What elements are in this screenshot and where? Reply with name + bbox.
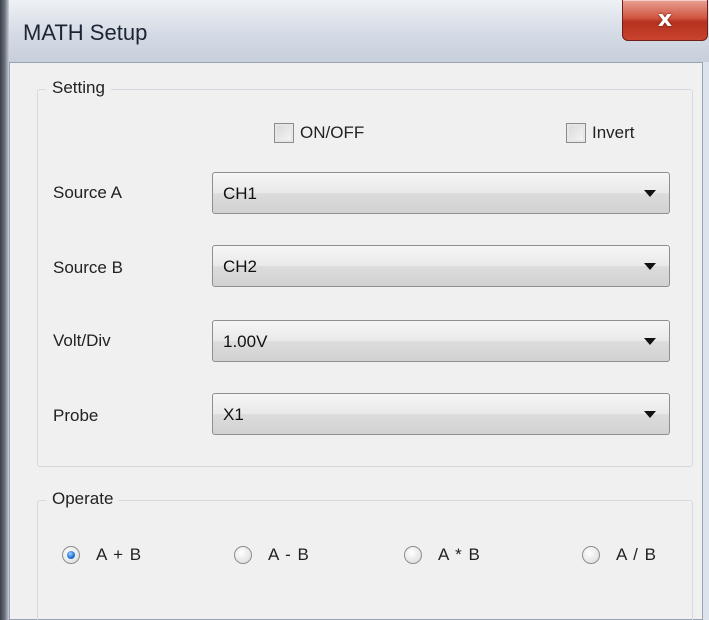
window-shadow [0,0,9,620]
onoff-label: ON/OFF [300,123,365,142]
volt-div-select[interactable]: 1.00V [212,320,670,362]
radio-a-times-b-circle[interactable] [404,546,422,564]
math-setup-dialog: MATH Setup x Setting ON/OFF Invert Sourc… [0,0,709,620]
source-a-value: CH1 [223,184,258,203]
radio-a-div-b-label: A / B [616,545,657,564]
chevron-down-icon [644,190,656,197]
dialog-client-area: Setting ON/OFF Invert Source A CH1 Sourc… [9,62,703,620]
chevron-down-icon [644,411,656,418]
invert-label: Invert [592,123,635,142]
source-a-label: Source A [53,183,122,202]
onoff-checkbox-box[interactable] [274,123,294,143]
radio-a-plus-b-label: A + B [96,545,143,564]
probe-select[interactable]: X1 [212,393,670,435]
operate-legend: Operate [46,489,120,509]
invert-checkbox-box[interactable] [566,123,586,143]
onoff-checkbox[interactable]: ON/OFF [274,123,364,143]
radio-a-div-b-circle[interactable] [582,546,600,564]
radio-a-minus-b-label: A - B [268,545,310,564]
radio-a-times-b-label: A * B [438,545,481,564]
source-a-select[interactable]: CH1 [212,172,670,214]
radio-a-minus-b-circle[interactable] [234,546,252,564]
source-b-label: Source B [53,258,123,277]
source-b-value: CH2 [223,257,258,276]
radio-a-div-b[interactable]: A / B [582,545,657,565]
volt-div-label: Volt/Div [53,331,111,350]
radio-a-plus-b[interactable]: A + B [62,545,142,565]
radio-a-plus-b-circle[interactable] [62,546,80,564]
close-icon: x [657,7,673,32]
radio-a-times-b[interactable]: A * B [404,545,481,565]
close-button[interactable]: x [622,0,708,41]
title-bar[interactable]: MATH Setup x [9,0,709,62]
setting-legend: Setting [46,78,111,98]
invert-checkbox[interactable]: Invert [566,123,635,143]
radio-a-minus-b[interactable]: A - B [234,545,310,565]
chevron-down-icon [644,263,656,270]
chevron-down-icon [644,338,656,345]
source-b-select[interactable]: CH2 [212,245,670,287]
volt-div-value: 1.00V [223,332,268,351]
probe-label: Probe [53,406,99,425]
window-title: MATH Setup [23,20,148,45]
probe-value: X1 [223,405,244,424]
